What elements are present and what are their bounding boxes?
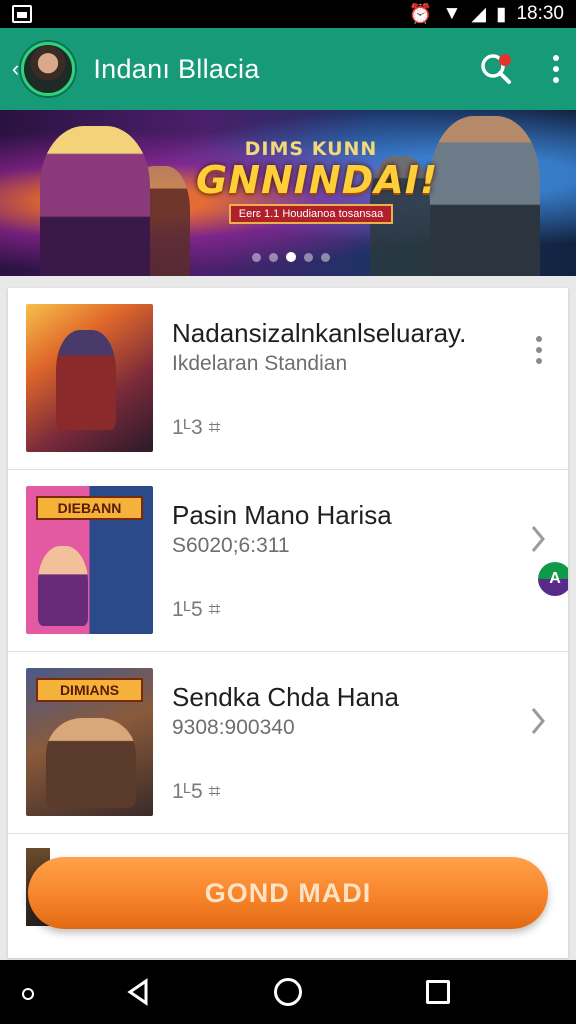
nav-dot-icon[interactable] <box>22 988 34 1000</box>
list-item[interactable]: Nadansizalnkanlseluaray. Ikdelaran Stand… <box>8 288 568 470</box>
carousel-dot[interactable] <box>269 252 278 262</box>
item-meta: 1ᴸ5 ⌗ <box>172 780 221 803</box>
signal-icon: ◢ <box>471 3 486 25</box>
item-subtitle: 9308:900340 <box>172 716 295 739</box>
banner-tag: Eerɛ 1.1 Houdianoa tosansaa <box>228 204 394 224</box>
list-item[interactable]: DIMIANS Sendka Chda Hana 9308:900340 1ᴸ5… <box>8 652 568 834</box>
item-meta: 1ᴸ5 ⌗ <box>172 598 221 621</box>
carousel-dot[interactable] <box>321 252 330 262</box>
app-actions <box>478 51 562 87</box>
app-title: Indanı Bllacia <box>93 53 260 84</box>
banner-title: GNNINDAI! <box>196 158 439 202</box>
status-icons: ⏰ ▼ ◢ ▮ 18:30 <box>409 2 564 26</box>
alarm-icon: ⏰ <box>408 4 433 25</box>
chevron-right-icon[interactable] <box>530 706 546 736</box>
wifi-icon: ▼ <box>442 3 462 24</box>
banner-subtitle: DIMS KUNN <box>244 138 378 160</box>
item-title: Sendka Chda Hana <box>172 682 399 712</box>
more-vertical-icon[interactable] <box>550 55 562 83</box>
notification-icon <box>12 5 32 23</box>
app-badge-icon[interactable]: A <box>538 562 568 596</box>
game-thumbnail: DIMIANS <box>26 668 153 816</box>
item-title: Nadansizalnkanlseluaray. <box>172 318 467 348</box>
banner-logo: DIMS KUNN GNNINDAI! Eerɛ 1.1 Houdianoa t… <box>196 138 439 224</box>
status-time: 18:30 <box>516 3 564 24</box>
system-nav-bar <box>0 960 576 1024</box>
search-icon <box>481 54 511 84</box>
banner-character <box>430 116 540 276</box>
carousel-dot[interactable] <box>252 252 261 262</box>
item-subtitle: S6020;6:311 <box>172 534 290 557</box>
chevron-right-icon[interactable] <box>530 524 546 554</box>
recents-square-icon[interactable] <box>426 980 450 1004</box>
primary-action-button[interactable]: GOND MADI <box>28 857 548 929</box>
avatar[interactable] <box>21 42 76 96</box>
more-vertical-icon[interactable] <box>534 336 544 364</box>
home-circle-icon[interactable] <box>274 978 302 1006</box>
battery-icon: ▮ <box>495 3 507 25</box>
promo-banner[interactable]: DIMS KUNN GNNINDAI! Eerɛ 1.1 Houdianoa t… <box>0 110 576 276</box>
game-thumbnail <box>26 304 153 452</box>
carousel-dot[interactable] <box>304 252 313 262</box>
carousel-dot-active[interactable] <box>286 252 296 262</box>
carousel-indicator[interactable] <box>252 252 330 262</box>
item-meta: 1ᴸ3 ⌗ <box>172 416 221 439</box>
banner-character <box>40 126 150 276</box>
chevron-left-icon[interactable]: ‹ <box>12 56 19 82</box>
search-button[interactable] <box>478 51 514 87</box>
thumbnail-logo: DIEBANN <box>36 496 143 520</box>
thumbnail-logo: DIMIANS <box>36 678 143 702</box>
app-bar: ‹ Indanı Bllacia <box>0 28 576 110</box>
list-item[interactable]: DIEBANN Pasin Mano Harisa S6020;6:311 1ᴸ… <box>8 470 568 652</box>
status-bar: ⏰ ▼ ◢ ▮ 18:30 <box>0 0 576 28</box>
item-subtitle: Ikdelaran Standian <box>172 352 348 375</box>
game-thumbnail: DIEBANN <box>26 486 153 634</box>
back-triangle-icon[interactable] <box>124 978 152 1006</box>
item-title: Pasin Mano Harisa <box>172 500 392 530</box>
